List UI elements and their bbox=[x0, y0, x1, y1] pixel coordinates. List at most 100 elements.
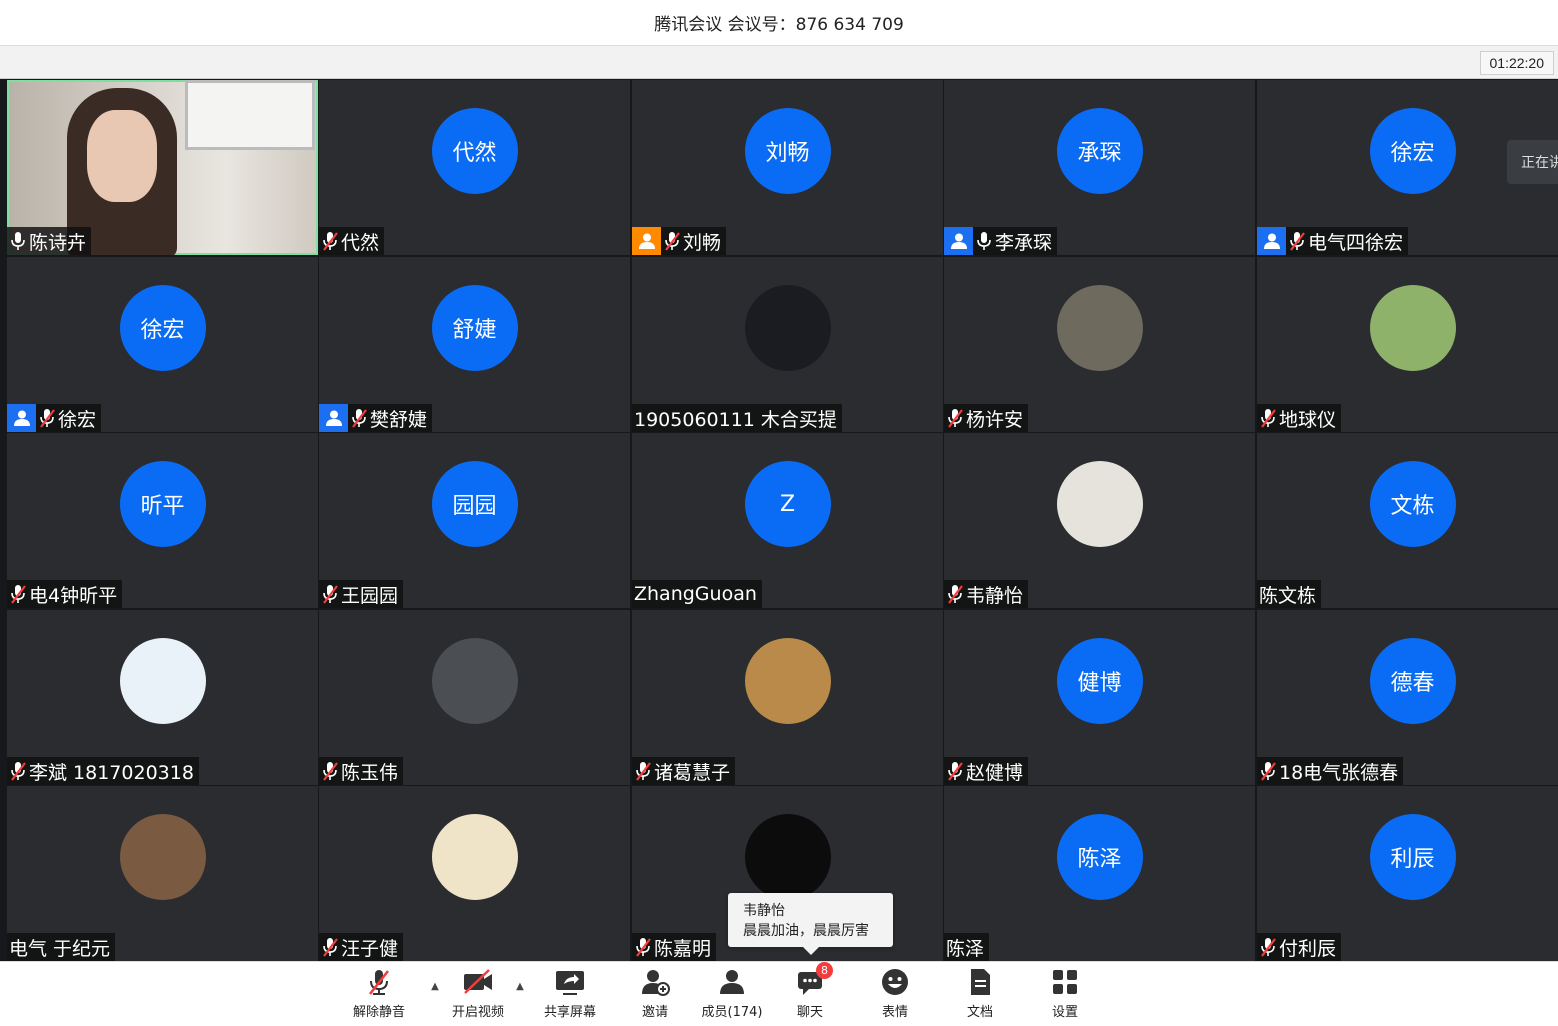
participant-name: 李斌 1817020318 bbox=[29, 761, 194, 784]
chat-button[interactable]: 8 聊天 bbox=[775, 962, 845, 1020]
document-icon bbox=[965, 966, 995, 998]
participant-name-bar: 李承琛 bbox=[944, 227, 1058, 255]
participant-name-box: 赵健博 bbox=[944, 757, 1029, 785]
participant-tile[interactable]: 杨许安 bbox=[944, 257, 1255, 432]
participant-tile[interactable]: 园园 王园园 bbox=[319, 433, 630, 608]
participant-name-box: 刘畅 bbox=[661, 227, 727, 255]
participant-tile[interactable]: 韦静怡 bbox=[944, 433, 1255, 608]
participant-name-box: 电气四徐宏 bbox=[1286, 227, 1409, 255]
participant-name-bar: 韦静怡 bbox=[944, 580, 1029, 608]
mic-muted-icon bbox=[321, 760, 339, 782]
participant-name-bar: 电4钟昕平 bbox=[7, 580, 123, 608]
participant-name: 杨许安 bbox=[966, 408, 1024, 431]
participant-tile[interactable]: 健博 赵健博 bbox=[944, 610, 1255, 785]
window-title-bar: 腾讯会议 会议号：876 634 709 bbox=[0, 0, 1558, 46]
participant-tile[interactable]: 刘畅 刘畅 bbox=[632, 80, 943, 255]
participant-tile[interactable]: 李斌 1817020318 bbox=[7, 610, 318, 785]
participant-tile[interactable]: Z ZhangGuoan bbox=[632, 433, 943, 608]
participant-name-bar: 1905060111 木合买提 bbox=[632, 404, 842, 432]
mic-muted-icon bbox=[38, 407, 56, 429]
mic-muted-icon bbox=[663, 230, 681, 252]
participant-name-bar: 诸葛慧子 bbox=[632, 757, 736, 785]
user-role-icon bbox=[7, 404, 36, 432]
participant-tile[interactable]: 昕平 电4钟昕平 bbox=[7, 433, 318, 608]
participant-tile[interactable]: 诸葛慧子 bbox=[632, 610, 943, 785]
participant-tile[interactable]: 陈诗卉 bbox=[7, 80, 318, 255]
mic-muted-icon bbox=[350, 407, 368, 429]
invite-button[interactable]: 邀请 bbox=[620, 966, 690, 1020]
share-screen-icon bbox=[554, 966, 586, 998]
avatar-initials: 陈泽 bbox=[1056, 814, 1143, 900]
chat-popup-sender: 韦静怡 bbox=[743, 903, 785, 919]
participant-name: 电4钟昕平 bbox=[29, 584, 118, 607]
video-options-caret-icon[interactable]: ▲ bbox=[514, 980, 526, 992]
meeting-toolbar: 解除静音 ▲ 开启视频 ▲ 共享屏幕 邀请 成员(174) 8 聊天 表情 文档… bbox=[0, 961, 1558, 1026]
participant-name: 代然 bbox=[341, 231, 380, 254]
participant-tile[interactable]: 陈泽 陈泽 bbox=[944, 786, 1255, 961]
participant-name-box: 1905060111 木合买提 bbox=[632, 404, 842, 432]
participant-name-bar: 地球仪 bbox=[1257, 404, 1342, 432]
participant-name: 赵健博 bbox=[966, 761, 1024, 784]
chat-message-popup[interactable]: 韦静怡 晨晨加油，晨晨厉害 bbox=[728, 893, 893, 955]
participant-tile[interactable]: 承琛 李承琛 bbox=[944, 80, 1255, 255]
participant-tile[interactable]: 代然 代然 bbox=[319, 80, 630, 255]
mic-muted-icon bbox=[321, 936, 339, 958]
settings-button[interactable]: 设置 bbox=[1030, 966, 1100, 1020]
participant-tile[interactable]: 陈玉伟 bbox=[319, 610, 630, 785]
mic-muted-icon bbox=[364, 966, 394, 998]
participant-name-box: 电气 于纪元 bbox=[7, 933, 116, 961]
mic-muted-icon bbox=[634, 760, 652, 782]
participant-name-box: 徐宏 bbox=[36, 404, 102, 432]
unmute-label: 解除静音 bbox=[352, 1005, 405, 1020]
participant-name-bar: 徐宏 bbox=[7, 404, 102, 432]
avatar-photo bbox=[431, 638, 518, 724]
docs-button[interactable]: 文档 bbox=[945, 966, 1015, 1020]
participant-name-box: 汪子健 bbox=[319, 933, 404, 961]
participant-tile[interactable]: 德春 18电气张德春 bbox=[1257, 610, 1558, 785]
mic-on-icon bbox=[9, 230, 27, 252]
participant-tile[interactable]: 汪子健 bbox=[319, 786, 630, 961]
participant-name: ZhangGuoan bbox=[634, 583, 757, 605]
participant-name: 诸葛慧子 bbox=[654, 761, 731, 784]
emoji-button[interactable]: 表情 bbox=[860, 966, 930, 1020]
avatar-initials: 徐宏 bbox=[1369, 108, 1456, 194]
audio-options-caret-icon[interactable]: ▲ bbox=[429, 980, 441, 992]
members-button[interactable]: 成员(174) bbox=[697, 966, 767, 1020]
chat-popup-message: 晨晨加油，晨晨厉害 bbox=[743, 923, 869, 939]
participant-tile[interactable]: 利辰 付利辰 bbox=[1257, 786, 1558, 961]
participant-name-box: 付利辰 bbox=[1257, 933, 1342, 961]
mic-muted-icon bbox=[1259, 936, 1277, 958]
participant-name-box: 陈嘉明 bbox=[632, 933, 717, 961]
participant-name: 徐宏 bbox=[58, 408, 97, 431]
chat-unread-badge: 8 bbox=[816, 962, 833, 979]
share-screen-button[interactable]: 共享屏幕 bbox=[535, 966, 605, 1020]
participant-name: 陈玉伟 bbox=[341, 761, 399, 784]
participant-tile[interactable]: 1905060111 木合买提 bbox=[632, 257, 943, 432]
participant-tile[interactable]: 舒婕 樊舒婕 bbox=[319, 257, 630, 432]
participant-name: 18电气张德春 bbox=[1279, 761, 1399, 784]
invite-label: 邀请 bbox=[641, 1005, 668, 1020]
video-face bbox=[87, 110, 157, 202]
participant-name: 刘畅 bbox=[683, 231, 722, 254]
unmute-button[interactable]: 解除静音 bbox=[344, 966, 414, 1020]
participant-name-box: 韦静怡 bbox=[944, 580, 1029, 608]
speaking-panel-tab[interactable]: 正在讲 bbox=[1507, 140, 1558, 184]
mic-muted-icon bbox=[1288, 230, 1306, 252]
avatar-initials: 代然 bbox=[431, 108, 518, 194]
meeting-title: 腾讯会议 会议号：876 634 709 bbox=[654, 15, 904, 35]
start-video-label: 开启视频 bbox=[451, 1005, 504, 1020]
participant-tile[interactable]: 文栋 陈文栋 bbox=[1257, 433, 1558, 608]
participant-name-box: 18电气张德春 bbox=[1257, 757, 1404, 785]
participant-tile[interactable]: 徐宏 徐宏 bbox=[7, 257, 318, 432]
participant-tile[interactable]: 电气 于纪元 bbox=[7, 786, 318, 961]
share-screen-label: 共享屏幕 bbox=[543, 1005, 596, 1020]
participant-name: 电气四徐宏 bbox=[1308, 231, 1404, 254]
start-video-button[interactable]: 开启视频 bbox=[443, 966, 513, 1020]
participant-name-bar: 杨许安 bbox=[944, 404, 1029, 432]
participant-name-bar: 陈泽 bbox=[944, 933, 990, 961]
avatar-photo bbox=[744, 638, 831, 724]
participant-name-box: 电4钟昕平 bbox=[7, 580, 123, 608]
participant-tile[interactable]: 地球仪 bbox=[1257, 257, 1558, 432]
participant-name: 地球仪 bbox=[1279, 408, 1337, 431]
participant-name-bar: 陈嘉明 bbox=[632, 933, 717, 961]
